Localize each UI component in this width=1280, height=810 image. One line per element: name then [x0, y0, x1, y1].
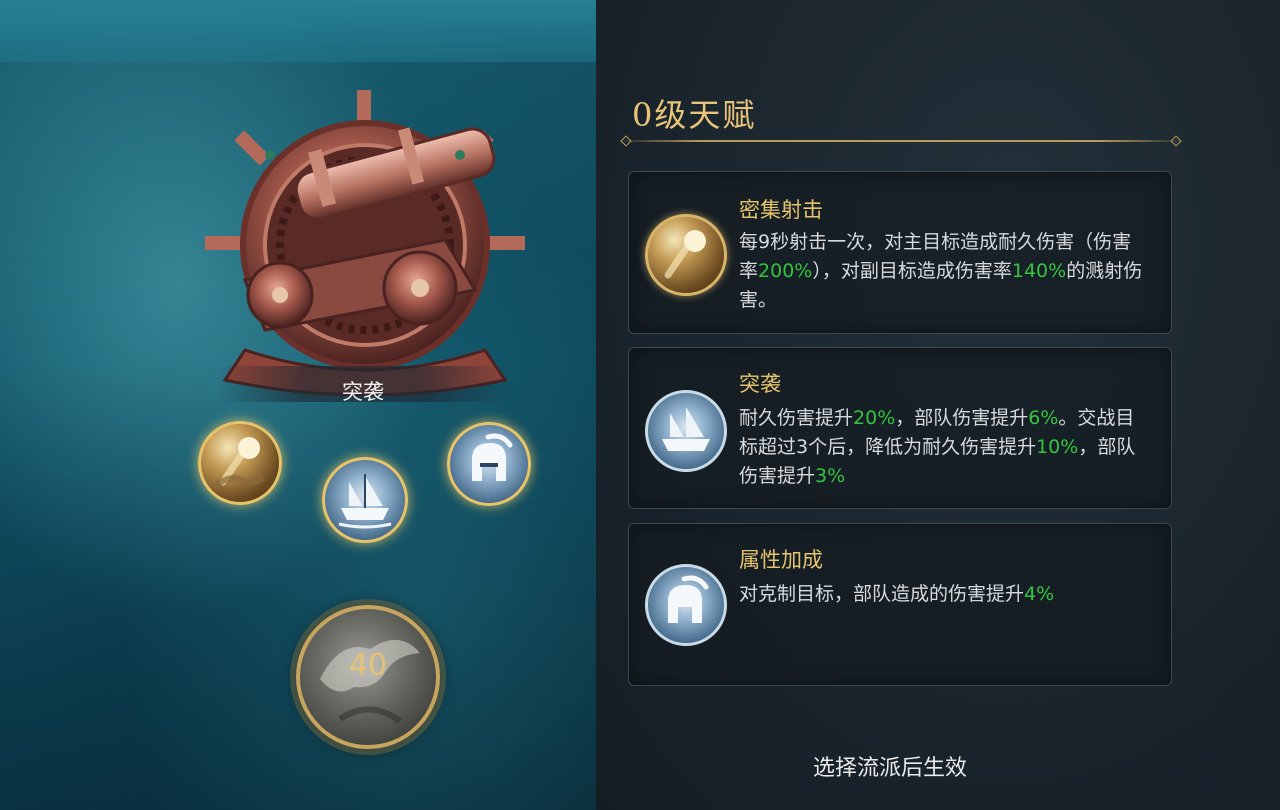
talent-desc: 每9秒射击一次，对主目标造成耐久伤害（伤害率200%），对副目标造成伤害率140…: [739, 231, 1143, 311]
assault-node[interactable]: [322, 457, 408, 543]
attribute-node[interactable]: [447, 422, 531, 506]
talent-desc: 对克制目标，部队造成的伤害提升4%: [739, 583, 1055, 605]
talent-card-icon: [645, 214, 727, 296]
title-divider: [616, 140, 1186, 142]
talent-card: 属性加成 对克制目标，部队造成的伤害提升4%: [628, 523, 1172, 686]
talent-card-icon: [645, 390, 727, 472]
footer-note: 选择流派后生效: [813, 756, 968, 781]
talent-name: 突袭: [739, 372, 781, 396]
cannonball-icon: [213, 437, 265, 489]
talent-desc: 耐久伤害提升20%，部队伤害提升6%。交战目标超过3个后，降低为耐久伤害提升10…: [739, 407, 1136, 487]
ship-icon: [338, 474, 392, 529]
talent-card-icon: [645, 564, 727, 646]
helmet-icon: [472, 433, 513, 481]
page-title: 0级天赋: [632, 96, 757, 134]
cannonball-icon: [664, 230, 706, 279]
rapid-fire-node[interactable]: [198, 421, 282, 505]
level-value: 40: [348, 648, 388, 683]
talent-name: 属性加成: [739, 548, 823, 572]
ship-icon: [662, 407, 710, 451]
talent-tree-panel: 突袭 40: [0, 0, 596, 810]
top-band: [0, 0, 596, 62]
helmet-icon: [668, 575, 709, 623]
talent-card: 突袭 耐久伤害提升20%，部队伤害提升6%。交战目标超过3个后，降低为耐久伤害提…: [628, 347, 1172, 509]
talent-card: 密集射击 每9秒射击一次，对主目标造成耐久伤害（伤害率200%），对副目标造成伤…: [628, 171, 1172, 334]
talent-name: 密集射击: [739, 198, 823, 222]
cannon-emblem: [205, 90, 525, 397]
emblem-label: 突袭: [342, 380, 384, 404]
